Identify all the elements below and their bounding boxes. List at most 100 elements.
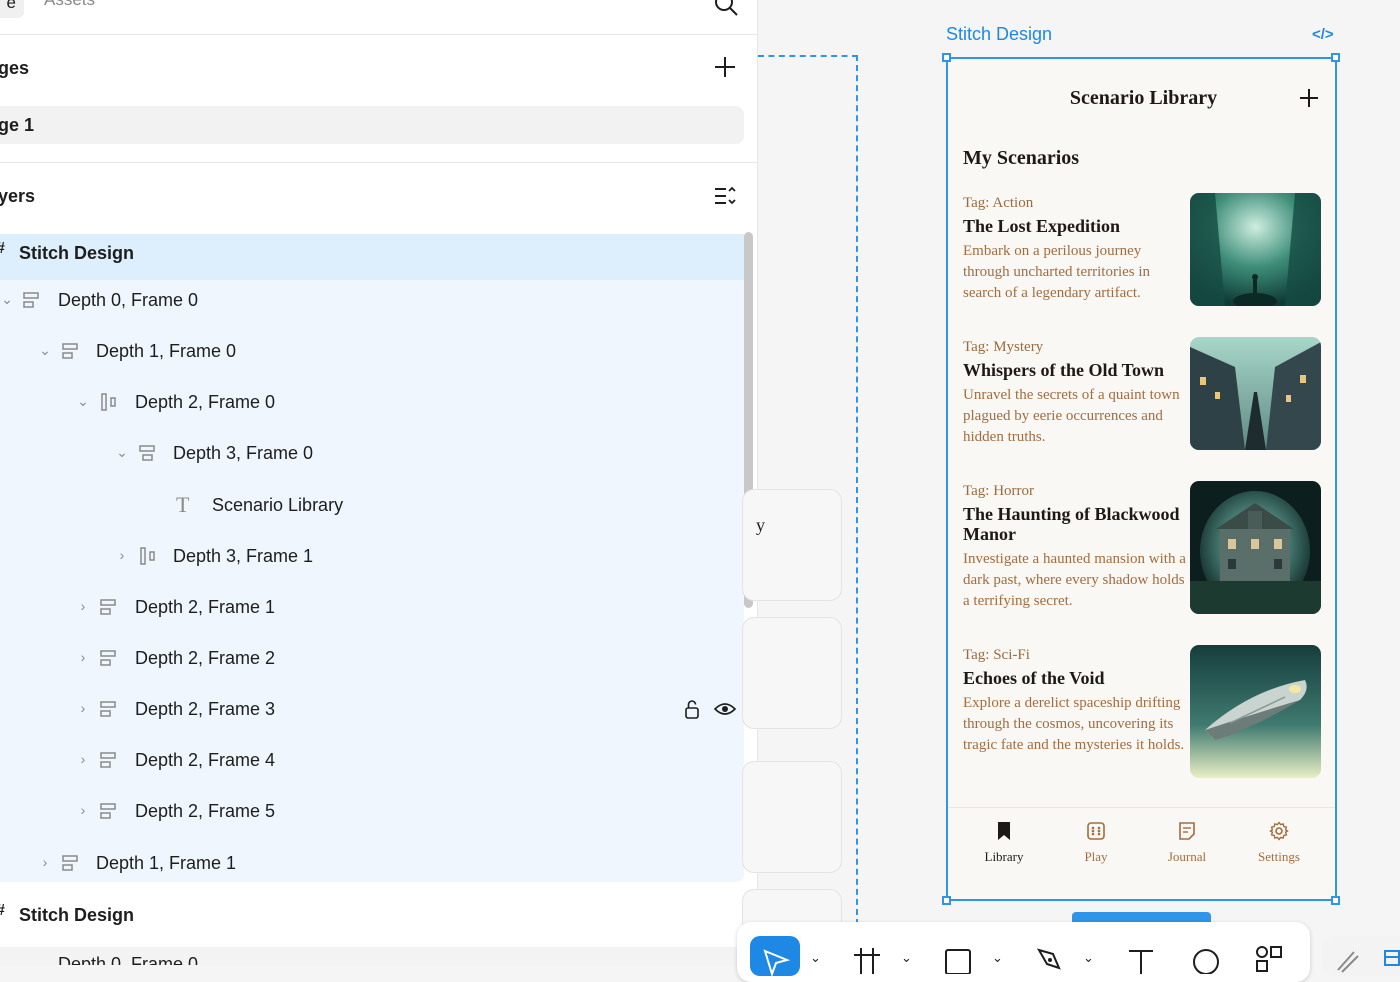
chevron-down-icon[interactable]: ⌄ <box>76 393 90 410</box>
frame-icon: # <box>0 240 5 257</box>
comment-tool-icon[interactable] <box>1192 946 1220 974</box>
text-layer-icon: T <box>176 492 190 517</box>
layer-item-label[interactable]: Depth 0, Frame 0 <box>58 290 198 311</box>
card-tag: Tag: Horror <box>963 483 1035 499</box>
auto-layout-vertical-icon <box>100 650 116 666</box>
code-icon[interactable]: </> <box>1312 26 1334 43</box>
search-icon[interactable] <box>713 0 739 18</box>
layers-panel: e Assets ges ge 1 yers # Stitch Design ⌄… <box>0 0 758 965</box>
auto-layout-vertical-icon <box>139 445 155 461</box>
grid-tool-icon[interactable] <box>1384 950 1400 966</box>
components-tool-icon[interactable] <box>1255 944 1283 972</box>
gear-icon <box>1269 821 1289 841</box>
nav-item-play[interactable]: Play <box>1056 821 1136 865</box>
card-description: Unravel the secrets of a quaint town pla… <box>963 387 1180 445</box>
layer-root-label: Stitch Design <box>19 243 135 263</box>
pen-tool-icon[interactable] <box>1035 946 1063 974</box>
auto-layout-vertical-icon <box>62 855 78 871</box>
section-title: My Scenarios <box>963 147 1080 169</box>
text-tool-icon[interactable] <box>1127 946 1155 974</box>
ghost-card <box>742 617 842 729</box>
page-item-label: ge 1 <box>0 115 35 135</box>
add-scenario-icon[interactable] <box>1298 87 1320 109</box>
auto-layout-vertical-icon <box>23 292 39 308</box>
nav-item-label: Library <box>984 849 1024 864</box>
layer-item-label[interactable]: Depth 2, Frame 5 <box>135 801 275 822</box>
partial-text: y <box>756 515 765 535</box>
scenario-card[interactable]: Tag: Action The Lost Expedition Embark o… <box>963 195 1188 304</box>
divider <box>0 34 757 35</box>
nav-item-journal[interactable]: Journal <box>1147 821 1227 865</box>
card-title: Echoes of the Void <box>963 668 1105 688</box>
chevron-right-icon[interactable]: › <box>76 751 90 767</box>
chevron-down-icon[interactable]: ⌄ <box>0 291 14 308</box>
nav-item-library[interactable]: Library <box>964 821 1044 865</box>
chevron-down-icon[interactable]: ⌄ <box>992 950 1003 966</box>
layer-item-label[interactable]: Depth 2, Frame 4 <box>135 750 275 771</box>
resize-handle[interactable] <box>942 896 951 905</box>
layer-item-label[interactable]: Depth 1, Frame 0 <box>96 341 236 362</box>
layer-item-label[interactable]: Depth 1, Frame 1 <box>96 853 236 874</box>
layer-item-label[interactable]: Depth 3, Frame 0 <box>173 443 313 464</box>
layer-item-label[interactable]: Depth 3, Frame 1 <box>173 546 313 567</box>
chevron-right-icon[interactable]: › <box>76 802 90 818</box>
card-thumbnail-image[interactable] <box>1190 193 1321 306</box>
nav-item-label: Play <box>1084 849 1108 864</box>
chevron-down-icon[interactable]: ⌄ <box>901 950 912 966</box>
auto-layout-vertical-icon <box>62 343 78 359</box>
cursor-icon <box>763 949 790 976</box>
layer-item-label[interactable]: Depth 2, Frame 2 <box>135 648 275 669</box>
eye-icon[interactable] <box>714 701 736 717</box>
app-title: Scenario Library <box>1069 87 1218 109</box>
auto-layout-vertical-icon <box>100 701 116 717</box>
card-description: Investigate a haunted mansion with a dar… <box>963 551 1186 609</box>
auto-layout-horizontal-icon <box>101 393 116 411</box>
collapse-layers-icon[interactable] <box>714 185 738 207</box>
frame-label[interactable]: Stitch Design <box>946 24 1052 45</box>
nav-item-settings[interactable]: Settings <box>1239 821 1319 865</box>
resize-handle[interactable] <box>942 53 951 62</box>
pages-section-title: ges <box>0 58 30 78</box>
move-tool-button[interactable] <box>750 936 800 976</box>
chevron-right-icon[interactable]: › <box>76 649 90 665</box>
layer-item-label[interactable]: Depth 2, Frame 0 <box>135 392 275 413</box>
chevron-down-icon[interactable]: ⌄ <box>1083 950 1094 966</box>
resize-handle[interactable] <box>1331 53 1340 62</box>
ghost-card <box>742 489 842 601</box>
layer-item-label[interactable]: Depth 2, Frame 1 <box>135 597 275 618</box>
chevron-down-icon[interactable]: ⌄ <box>38 342 52 359</box>
add-page-icon[interactable] <box>714 56 736 78</box>
tab-assets[interactable]: Assets <box>44 0 95 10</box>
card-thumbnail-image[interactable] <box>1190 481 1321 614</box>
chevron-right-icon[interactable]: › <box>38 854 52 870</box>
layer-item-label[interactable]: Depth 0, Frame 0 <box>58 954 198 965</box>
journal-icon <box>1179 822 1195 840</box>
chevron-down-icon[interactable]: ⌄ <box>810 950 821 966</box>
chevron-down-icon[interactable]: ⌄ <box>115 444 129 461</box>
card-thumbnail-image[interactable] <box>1190 645 1321 778</box>
layer-item-label[interactable]: Depth 2, Frame 3 <box>135 699 275 720</box>
tab-file[interactable]: e <box>0 0 24 18</box>
frame-tool-icon[interactable] <box>853 946 881 974</box>
chevron-right-icon[interactable]: › <box>76 700 90 716</box>
chevron-right-icon[interactable]: › <box>76 598 90 614</box>
card-tag: Tag: Action <box>963 195 1034 211</box>
scenario-card[interactable]: Tag: Mystery Whispers of the Old Town Un… <box>963 339 1188 448</box>
chevron-right-icon[interactable]: › <box>115 547 129 563</box>
nav-item-label: Settings <box>1258 849 1300 864</box>
layer-item-label[interactable]: Scenario Library <box>212 495 343 516</box>
card-description: Explore a derelict spaceship drifting th… <box>963 695 1185 753</box>
phone-frame[interactable]: Scenario Library My Scenarios Tag: Actio… <box>946 57 1337 901</box>
page-item[interactable] <box>0 106 744 144</box>
card-thumbnail-image[interactable] <box>1190 337 1321 450</box>
dice-icon <box>1087 822 1105 840</box>
scenario-card[interactable]: Tag: Horror The Haunting of Blackwood Ma… <box>963 483 1188 612</box>
resize-handle[interactable] <box>1331 896 1340 905</box>
draw-tool-icon[interactable] <box>1334 946 1362 974</box>
card-title: Whispers of the Old Town <box>963 360 1165 380</box>
layer-root-label[interactable]: Stitch Design <box>19 905 134 926</box>
scenario-card[interactable]: Tag: Sci-Fi Echoes of the Void Explore a… <box>963 647 1188 756</box>
nav-item-label: Journal <box>1167 849 1207 864</box>
rectangle-tool-icon[interactable] <box>944 946 972 974</box>
lock-icon[interactable] <box>684 699 700 719</box>
